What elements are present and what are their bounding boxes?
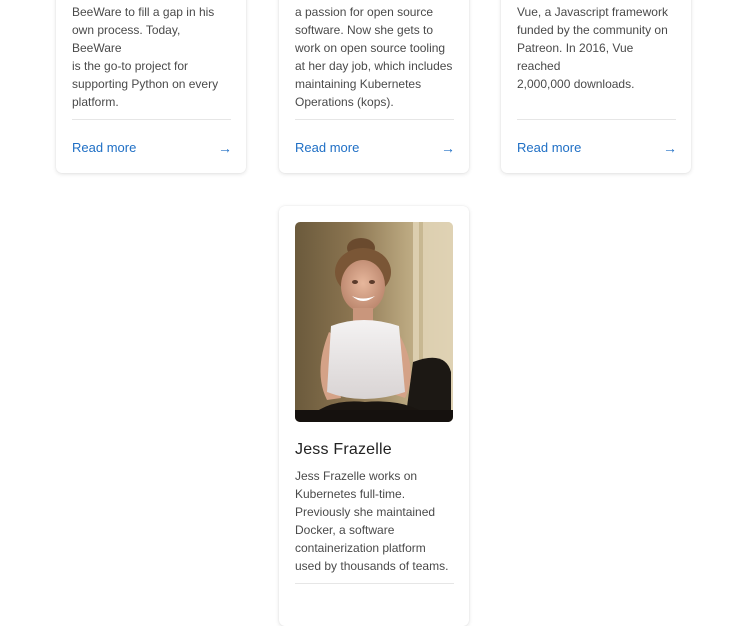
read-more-link[interactable]: Read more xyxy=(295,140,359,156)
card-divider xyxy=(295,583,454,584)
project-card-kops: a passion for open source software. Now … xyxy=(279,0,469,173)
profile-photo xyxy=(295,222,453,422)
card-divider xyxy=(517,119,676,120)
card-description: Jess Frazelle works on Kubernetes full-t… xyxy=(295,469,449,573)
arrow-right-icon[interactable]: → xyxy=(663,140,677,156)
profile-card-jess-frazelle: Jess Frazelle Jess Frazelle works on Kub… xyxy=(279,206,469,626)
project-card-vue: Vue, a Javascript framework funded by th… xyxy=(501,0,691,173)
profile-name: Jess Frazelle xyxy=(295,441,392,458)
card-description: BeeWare to fill a gap in his own process… xyxy=(72,5,219,109)
card-divider xyxy=(295,119,454,120)
card-description: Vue, a Javascript framework funded by th… xyxy=(517,5,668,91)
arrow-right-icon[interactable]: → xyxy=(218,140,232,156)
read-more-link[interactable]: Read more xyxy=(517,140,581,156)
card-description: a passion for open source software. Now … xyxy=(295,5,453,109)
card-divider xyxy=(72,119,231,120)
arrow-right-icon[interactable]: → xyxy=(441,140,455,156)
read-more-link[interactable]: Read more xyxy=(72,140,136,156)
project-card-beeware: BeeWare to fill a gap in his own process… xyxy=(56,0,246,173)
